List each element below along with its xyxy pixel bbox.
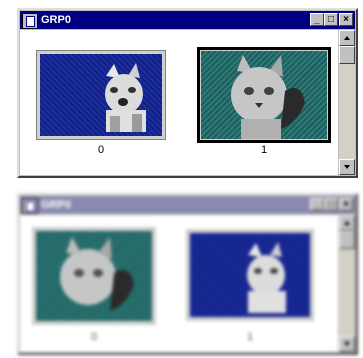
image-list-window-blurred[interactable]: GRP0 _ □ × 0 1	[17, 193, 358, 355]
close-icon: ×	[343, 199, 349, 210]
thumbnail-item-0[interactable]	[36, 50, 166, 140]
thumbnail-caption-1: 1	[260, 144, 268, 156]
title-bar[interactable]: GRP0 _ □ ×	[20, 11, 355, 29]
vertical-scrollbar[interactable]	[339, 30, 355, 175]
thumbnail-item-0[interactable]	[32, 227, 156, 325]
scroll-down-icon	[344, 165, 350, 169]
dog-picture	[247, 242, 286, 313]
thumbnail-area: 0 1	[20, 30, 338, 175]
maximize-button[interactable]: □	[324, 198, 338, 211]
window-title: GRP0	[41, 14, 71, 26]
close-button[interactable]: ×	[339, 13, 353, 26]
minimize-button[interactable]: _	[310, 198, 324, 211]
scrollbar-thumb[interactable]	[339, 46, 355, 64]
cat-picture	[60, 237, 134, 311]
close-icon: ×	[343, 14, 349, 25]
window-title: GRP0	[41, 199, 71, 211]
dog-image	[40, 54, 162, 136]
vertical-scrollbar[interactable]	[339, 215, 355, 352]
close-button[interactable]: ×	[339, 198, 353, 211]
scroll-down-icon	[344, 342, 350, 346]
cat-picture	[231, 55, 305, 139]
thumbnail-caption-0: 0	[90, 331, 98, 343]
minimize-icon: _	[314, 199, 320, 210]
maximize-button[interactable]: □	[324, 13, 338, 26]
thumbnail-caption-1: 1	[246, 331, 254, 343]
thumbnail-item-1[interactable]	[197, 47, 331, 143]
thumbnail-item-1[interactable]	[186, 229, 314, 321]
image-list-window[interactable]: GRP0 _ □ × 0 1	[17, 8, 358, 178]
scrollbar-thumb[interactable]	[339, 231, 355, 249]
minimize-icon: _	[314, 14, 320, 25]
minimize-button[interactable]: _	[310, 13, 324, 26]
dog-picture	[105, 63, 146, 132]
scroll-up-button[interactable]	[339, 215, 355, 231]
cat-image	[201, 51, 327, 139]
dog-image	[190, 233, 310, 317]
title-bar[interactable]: GRP0 _ □ ×	[20, 196, 355, 214]
maximize-icon: □	[327, 199, 335, 210]
scroll-up-button[interactable]	[339, 30, 355, 46]
scroll-up-icon	[344, 221, 350, 225]
scroll-down-button[interactable]	[339, 159, 355, 175]
cat-image	[36, 231, 152, 321]
maximize-icon: □	[327, 14, 335, 25]
scroll-down-button[interactable]	[339, 336, 355, 352]
thumbnail-caption-0: 0	[97, 144, 105, 156]
scroll-up-icon	[344, 36, 350, 40]
app-icon[interactable]	[22, 13, 38, 29]
thumbnail-area: 0 1	[20, 215, 338, 352]
app-icon[interactable]	[22, 198, 38, 214]
